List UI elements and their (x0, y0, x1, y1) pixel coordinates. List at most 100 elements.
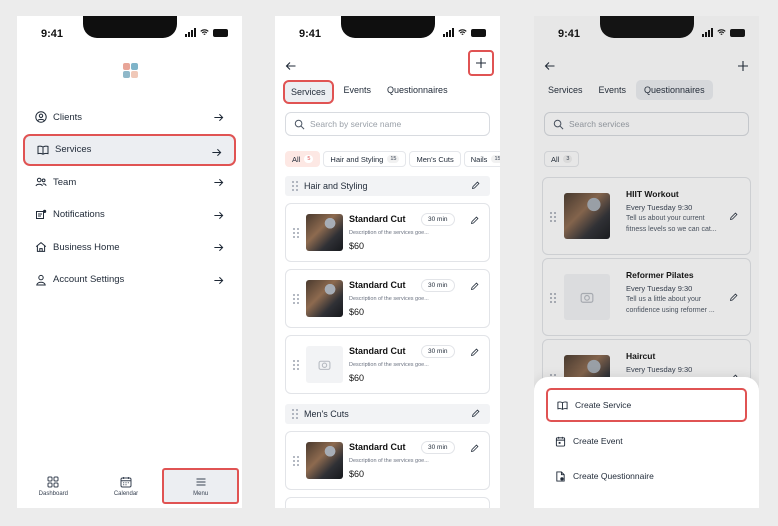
search-input[interactable]: Search by service name (285, 112, 490, 136)
search-icon (294, 119, 305, 129)
service-photo (306, 214, 343, 251)
document-icon (556, 470, 565, 482)
chip-count: 5 (304, 155, 314, 163)
home-icon (35, 242, 47, 253)
segmented-control: Services Events Questionnaires (283, 80, 454, 104)
chip-label: All (292, 154, 301, 164)
menu-item-label: Clients (53, 111, 83, 123)
service-card[interactable]: Standard Cut 30 min Description of the s… (285, 431, 490, 490)
arrow-right-icon (214, 113, 224, 122)
user-icon (36, 274, 46, 286)
menu-item-label: Services (55, 144, 92, 156)
edit-icon[interactable] (470, 216, 479, 225)
service-card[interactable]: Standard Cut 30 min Description of the s… (285, 269, 490, 328)
service-price: $60 (349, 241, 365, 251)
tab-services[interactable]: Services (283, 80, 334, 104)
device-notch (341, 16, 435, 38)
menu-item-account-settings[interactable]: Account Settings (23, 264, 236, 297)
services-list: Hair and Styling Standard Cut 30 min Des… (275, 176, 500, 508)
drag-handle-icon[interactable] (293, 456, 299, 466)
questionnaires-screen: 9:41 Services Events Questionnaires Sear… (534, 16, 759, 508)
menu-item-business-home[interactable]: Business Home (23, 231, 236, 264)
arrow-right-icon (214, 276, 224, 284)
service-price: $60 (349, 307, 365, 317)
duration-badge: 30 min (421, 279, 455, 292)
back-arrow-icon[interactable] (285, 60, 297, 72)
service-title: Standard Cut (349, 442, 406, 452)
edit-icon[interactable] (471, 409, 480, 418)
top-nav (275, 50, 500, 80)
service-card[interactable] (285, 497, 490, 508)
grid-icon (47, 476, 59, 487)
signal-icon (443, 28, 454, 37)
edit-icon[interactable] (471, 181, 480, 190)
menu-item-label: Account Settings (53, 274, 125, 286)
service-card[interactable]: Standard Cut 30 min Description of the s… (285, 335, 490, 394)
menu-item-label: Notifications (53, 209, 105, 221)
duration-badge: 30 min (421, 213, 455, 226)
tab-events[interactable]: Events (338, 80, 378, 104)
tab-calendar[interactable]: Calendar (90, 464, 163, 508)
service-description: Description of the services goe... (349, 362, 429, 368)
service-price: $60 (349, 373, 365, 383)
tab-questionnaires[interactable]: Questionnaires (381, 80, 454, 104)
create-service-button[interactable]: Create Service (546, 388, 747, 422)
tab-menu[interactable]: Menu (162, 468, 240, 504)
chip-nails[interactable]: Nails 15 (463, 151, 500, 167)
group-header[interactable]: Men's Cuts (285, 404, 490, 424)
duration-badge: 30 min (421, 441, 455, 454)
device-notch (83, 16, 177, 38)
wifi-icon (458, 29, 467, 35)
calendar-icon (120, 476, 132, 487)
plus-icon (476, 58, 486, 68)
menu-item-team[interactable]: Team (23, 166, 236, 199)
brand-logo (123, 63, 139, 79)
search-placeholder: Search by service name (310, 119, 402, 129)
service-card[interactable]: Standard Cut 30 min Description of the s… (285, 203, 490, 262)
group-title: Hair and Styling (304, 181, 368, 191)
menu-screen: 9:41 Clients Services Team Notifications… (17, 16, 242, 508)
menu-item-clients[interactable]: Clients (23, 101, 236, 134)
wifi-icon (200, 29, 209, 35)
arrow-right-icon (212, 148, 222, 156)
drag-handle-icon[interactable] (293, 294, 299, 304)
edit-icon[interactable] (470, 282, 479, 291)
arrow-right-icon (214, 178, 224, 187)
group-header[interactable]: Hair and Styling (285, 176, 490, 196)
services-screen: 9:41 Services Events Questionnaires Sear… (275, 16, 500, 508)
drag-handle-icon[interactable] (292, 409, 298, 419)
service-title: Standard Cut (349, 280, 406, 290)
drag-handle-icon[interactable] (293, 228, 299, 238)
service-photo (306, 442, 343, 479)
edit-icon[interactable] (470, 348, 479, 357)
service-title: Standard Cut (349, 346, 406, 356)
menu-item-notifications[interactable]: Notifications (23, 199, 236, 232)
service-description: Description of the services goe... (349, 296, 429, 302)
tab-label: Calendar (113, 490, 139, 497)
book-open-icon (557, 401, 568, 410)
menu-item-label: Business Home (53, 241, 120, 253)
create-event-button[interactable]: Create Event (546, 424, 747, 458)
chip-count: 15 (387, 155, 400, 163)
group-title: Men's Cuts (304, 409, 349, 419)
status-icons (443, 28, 486, 37)
drag-handle-icon[interactable] (293, 360, 299, 370)
chip-label: Hair and Styling (330, 154, 384, 164)
menu-item-services[interactable]: Services (23, 133, 236, 166)
edit-icon[interactable] (470, 444, 479, 453)
add-button[interactable] (468, 50, 494, 76)
chip-mens-cuts[interactable]: Men's Cuts (409, 151, 461, 167)
tab-label: Dashboard (38, 490, 69, 497)
tab-dashboard[interactable]: Dashboard (17, 464, 90, 508)
service-description: Description of the services goe... (349, 230, 429, 236)
create-questionnaire-button[interactable]: Create Questionnaire (546, 459, 747, 493)
chip-all[interactable]: All 5 (285, 151, 321, 167)
chip-hair-and-styling[interactable]: Hair and Styling 15 (323, 151, 407, 167)
create-bottom-sheet: Create Service Create Event Create Quest… (534, 377, 759, 508)
service-photo-placeholder (306, 346, 343, 383)
sheet-item-label: Create Questionnaire (573, 471, 654, 481)
book-open-icon (37, 145, 49, 155)
hamburger-icon (196, 477, 206, 486)
service-price: $60 (349, 469, 365, 479)
drag-handle-icon[interactable] (292, 181, 298, 191)
